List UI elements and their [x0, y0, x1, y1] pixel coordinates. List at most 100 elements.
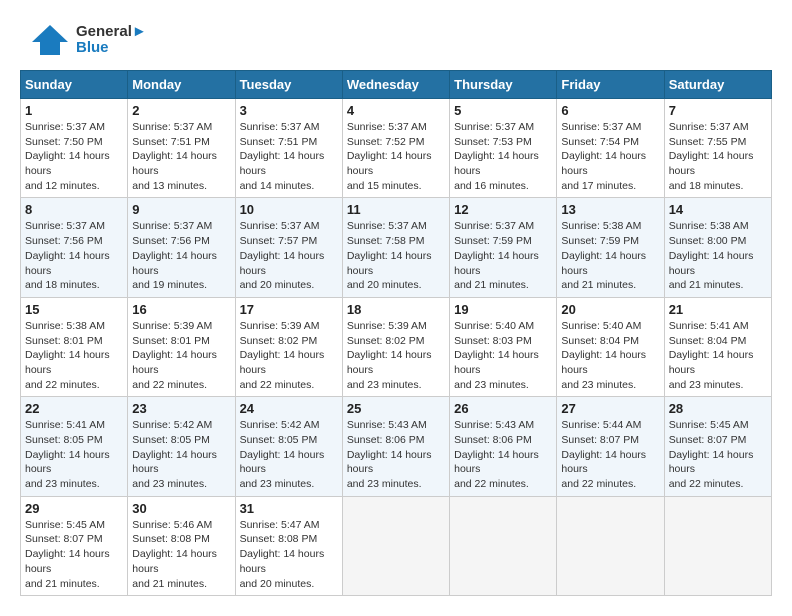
day-number: 22	[25, 401, 123, 416]
calendar-cell: 12 Sunrise: 5:37 AM Sunset: 7:59 PM Dayl…	[450, 198, 557, 297]
day-number: 20	[561, 302, 659, 317]
day-info: Sunrise: 5:46 AM Sunset: 8:08 PM Dayligh…	[132, 518, 230, 591]
day-info: Sunrise: 5:37 AM Sunset: 7:51 PM Dayligh…	[240, 120, 338, 193]
page-header: General►Blue	[20, 20, 772, 60]
header-saturday: Saturday	[664, 71, 771, 99]
calendar-cell: 14 Sunrise: 5:38 AM Sunset: 8:00 PM Dayl…	[664, 198, 771, 297]
calendar-cell: 15 Sunrise: 5:38 AM Sunset: 8:01 PM Dayl…	[21, 297, 128, 396]
calendar-cell: 29 Sunrise: 5:45 AM Sunset: 8:07 PM Dayl…	[21, 496, 128, 595]
day-info: Sunrise: 5:43 AM Sunset: 8:06 PM Dayligh…	[347, 418, 445, 491]
logo: General►Blue	[20, 20, 147, 60]
header-sunday: Sunday	[21, 71, 128, 99]
calendar-cell: 13 Sunrise: 5:38 AM Sunset: 7:59 PM Dayl…	[557, 198, 664, 297]
week-row-1: 1 Sunrise: 5:37 AM Sunset: 7:50 PM Dayli…	[21, 99, 772, 198]
calendar-cell: 22 Sunrise: 5:41 AM Sunset: 8:05 PM Dayl…	[21, 397, 128, 496]
week-row-4: 22 Sunrise: 5:41 AM Sunset: 8:05 PM Dayl…	[21, 397, 772, 496]
day-number: 18	[347, 302, 445, 317]
day-number: 5	[454, 103, 552, 118]
calendar-cell: 16 Sunrise: 5:39 AM Sunset: 8:01 PM Dayl…	[128, 297, 235, 396]
day-number: 11	[347, 202, 445, 217]
day-info: Sunrise: 5:47 AM Sunset: 8:08 PM Dayligh…	[240, 518, 338, 591]
day-info: Sunrise: 5:37 AM Sunset: 7:54 PM Dayligh…	[561, 120, 659, 193]
day-number: 19	[454, 302, 552, 317]
day-number: 30	[132, 501, 230, 516]
day-info: Sunrise: 5:37 AM Sunset: 7:56 PM Dayligh…	[25, 219, 123, 292]
day-info: Sunrise: 5:39 AM Sunset: 8:02 PM Dayligh…	[347, 319, 445, 392]
day-info: Sunrise: 5:42 AM Sunset: 8:05 PM Dayligh…	[132, 418, 230, 491]
calendar-cell: 31 Sunrise: 5:47 AM Sunset: 8:08 PM Dayl…	[235, 496, 342, 595]
day-info: Sunrise: 5:37 AM Sunset: 7:52 PM Dayligh…	[347, 120, 445, 193]
day-info: Sunrise: 5:37 AM Sunset: 7:59 PM Dayligh…	[454, 219, 552, 292]
day-number: 21	[669, 302, 767, 317]
day-number: 2	[132, 103, 230, 118]
calendar-cell: 3 Sunrise: 5:37 AM Sunset: 7:51 PM Dayli…	[235, 99, 342, 198]
calendar-cell: 23 Sunrise: 5:42 AM Sunset: 8:05 PM Dayl…	[128, 397, 235, 496]
day-info: Sunrise: 5:39 AM Sunset: 8:01 PM Dayligh…	[132, 319, 230, 392]
calendar-cell: 2 Sunrise: 5:37 AM Sunset: 7:51 PM Dayli…	[128, 99, 235, 198]
day-number: 7	[669, 103, 767, 118]
day-number: 10	[240, 202, 338, 217]
calendar-cell	[450, 496, 557, 595]
day-info: Sunrise: 5:40 AM Sunset: 8:04 PM Dayligh…	[561, 319, 659, 392]
day-number: 25	[347, 401, 445, 416]
calendar-cell: 17 Sunrise: 5:39 AM Sunset: 8:02 PM Dayl…	[235, 297, 342, 396]
calendar-cell: 25 Sunrise: 5:43 AM Sunset: 8:06 PM Dayl…	[342, 397, 449, 496]
day-info: Sunrise: 5:38 AM Sunset: 8:00 PM Dayligh…	[669, 219, 767, 292]
week-row-3: 15 Sunrise: 5:38 AM Sunset: 8:01 PM Dayl…	[21, 297, 772, 396]
calendar-cell: 30 Sunrise: 5:46 AM Sunset: 8:08 PM Dayl…	[128, 496, 235, 595]
day-info: Sunrise: 5:37 AM Sunset: 7:57 PM Dayligh…	[240, 219, 338, 292]
day-number: 9	[132, 202, 230, 217]
day-number: 23	[132, 401, 230, 416]
day-info: Sunrise: 5:41 AM Sunset: 8:05 PM Dayligh…	[25, 418, 123, 491]
day-number: 15	[25, 302, 123, 317]
day-number: 14	[669, 202, 767, 217]
day-info: Sunrise: 5:37 AM Sunset: 7:56 PM Dayligh…	[132, 219, 230, 292]
day-info: Sunrise: 5:37 AM Sunset: 7:51 PM Dayligh…	[132, 120, 230, 193]
day-number: 13	[561, 202, 659, 217]
day-number: 1	[25, 103, 123, 118]
day-info: Sunrise: 5:38 AM Sunset: 8:01 PM Dayligh…	[25, 319, 123, 392]
header-monday: Monday	[128, 71, 235, 99]
header-friday: Friday	[557, 71, 664, 99]
calendar-cell: 9 Sunrise: 5:37 AM Sunset: 7:56 PM Dayli…	[128, 198, 235, 297]
day-number: 12	[454, 202, 552, 217]
calendar-cell: 18 Sunrise: 5:39 AM Sunset: 8:02 PM Dayl…	[342, 297, 449, 396]
day-number: 28	[669, 401, 767, 416]
header-thursday: Thursday	[450, 71, 557, 99]
logo-text: General►Blue	[76, 24, 147, 57]
calendar-cell: 1 Sunrise: 5:37 AM Sunset: 7:50 PM Dayli…	[21, 99, 128, 198]
calendar-cell: 5 Sunrise: 5:37 AM Sunset: 7:53 PM Dayli…	[450, 99, 557, 198]
day-number: 27	[561, 401, 659, 416]
header-tuesday: Tuesday	[235, 71, 342, 99]
day-number: 31	[240, 501, 338, 516]
day-number: 6	[561, 103, 659, 118]
day-info: Sunrise: 5:37 AM Sunset: 7:50 PM Dayligh…	[25, 120, 123, 193]
day-info: Sunrise: 5:45 AM Sunset: 8:07 PM Dayligh…	[25, 518, 123, 591]
day-info: Sunrise: 5:41 AM Sunset: 8:04 PM Dayligh…	[669, 319, 767, 392]
logo-svg	[20, 20, 70, 60]
calendar-cell: 20 Sunrise: 5:40 AM Sunset: 8:04 PM Dayl…	[557, 297, 664, 396]
week-row-2: 8 Sunrise: 5:37 AM Sunset: 7:56 PM Dayli…	[21, 198, 772, 297]
day-info: Sunrise: 5:38 AM Sunset: 7:59 PM Dayligh…	[561, 219, 659, 292]
day-number: 16	[132, 302, 230, 317]
day-info: Sunrise: 5:45 AM Sunset: 8:07 PM Dayligh…	[669, 418, 767, 491]
calendar-cell	[342, 496, 449, 595]
day-info: Sunrise: 5:40 AM Sunset: 8:03 PM Dayligh…	[454, 319, 552, 392]
calendar-cell: 24 Sunrise: 5:42 AM Sunset: 8:05 PM Dayl…	[235, 397, 342, 496]
day-info: Sunrise: 5:37 AM Sunset: 7:55 PM Dayligh…	[669, 120, 767, 193]
day-number: 8	[25, 202, 123, 217]
calendar-cell: 8 Sunrise: 5:37 AM Sunset: 7:56 PM Dayli…	[21, 198, 128, 297]
calendar-cell: 27 Sunrise: 5:44 AM Sunset: 8:07 PM Dayl…	[557, 397, 664, 496]
day-number: 17	[240, 302, 338, 317]
calendar-cell	[664, 496, 771, 595]
calendar-cell: 10 Sunrise: 5:37 AM Sunset: 7:57 PM Dayl…	[235, 198, 342, 297]
day-info: Sunrise: 5:42 AM Sunset: 8:05 PM Dayligh…	[240, 418, 338, 491]
day-info: Sunrise: 5:43 AM Sunset: 8:06 PM Dayligh…	[454, 418, 552, 491]
day-info: Sunrise: 5:39 AM Sunset: 8:02 PM Dayligh…	[240, 319, 338, 392]
calendar-cell: 21 Sunrise: 5:41 AM Sunset: 8:04 PM Dayl…	[664, 297, 771, 396]
day-number: 4	[347, 103, 445, 118]
calendar-cell: 11 Sunrise: 5:37 AM Sunset: 7:58 PM Dayl…	[342, 198, 449, 297]
day-number: 24	[240, 401, 338, 416]
week-row-5: 29 Sunrise: 5:45 AM Sunset: 8:07 PM Dayl…	[21, 496, 772, 595]
calendar-table: SundayMondayTuesdayWednesdayThursdayFrid…	[20, 70, 772, 596]
